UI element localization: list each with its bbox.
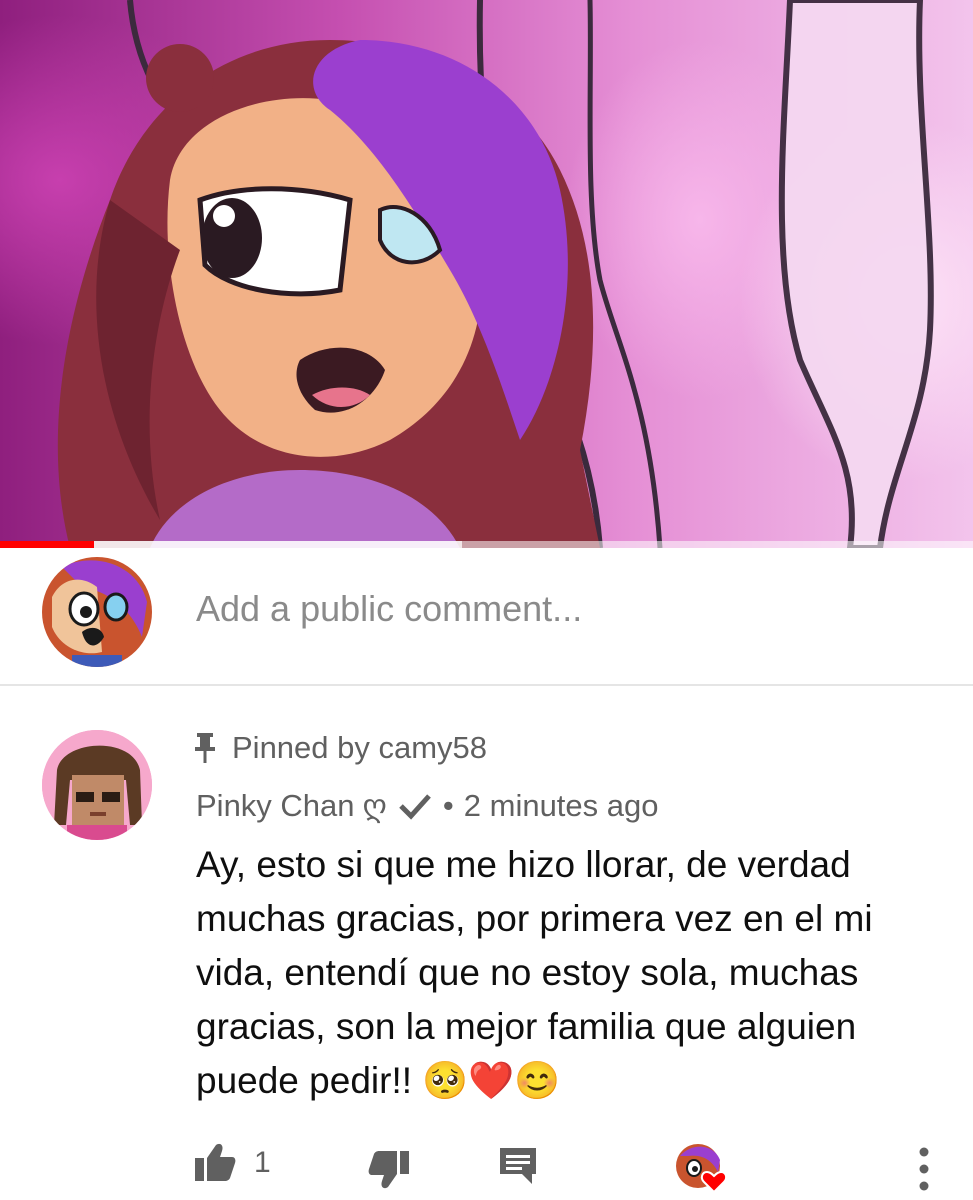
author-name[interactable]: Pinky Chan bbox=[196, 788, 355, 824]
meta-separator: • bbox=[442, 788, 454, 823]
check-icon bbox=[399, 794, 431, 820]
avatar bbox=[42, 557, 152, 667]
comment-timestamp[interactable]: 2 minutes ago bbox=[464, 788, 659, 824]
thumb-up-icon[interactable] bbox=[194, 1142, 236, 1182]
comment-meta: Pinky Chan ღ • 2 minutes ago bbox=[196, 788, 659, 824]
pinned-label: Pinned by camy58 bbox=[192, 730, 487, 766]
pinned-comment: Pinned by camy58 Pinky Chan ღ • 2 minute… bbox=[0, 688, 973, 1200]
comment-action-bar: 1 bbox=[0, 1138, 973, 1198]
video-progress-fill bbox=[0, 541, 95, 548]
thumb-down-icon[interactable] bbox=[368, 1150, 410, 1190]
add-comment-input[interactable]: Add a public comment... bbox=[196, 588, 582, 630]
author-avatar[interactable] bbox=[42, 730, 152, 840]
add-comment-row[interactable]: Add a public comment... bbox=[0, 548, 973, 686]
video-frame-illustration bbox=[57, 0, 934, 548]
creator-heart-icon[interactable] bbox=[674, 1142, 730, 1194]
video-player[interactable] bbox=[0, 0, 973, 548]
pin-icon bbox=[195, 733, 215, 763]
video-progress-bar[interactable] bbox=[0, 541, 973, 548]
comment-body: Ay, esto si que me hizo llorar, de verda… bbox=[196, 844, 873, 1101]
like-count: 1 bbox=[254, 1146, 271, 1179]
pinned-by-text: Pinned by camy58 bbox=[232, 730, 488, 765]
author-name-suffix: ღ bbox=[362, 788, 387, 823]
more-vertical-icon[interactable] bbox=[912, 1144, 936, 1194]
reply-comment-icon[interactable] bbox=[498, 1146, 538, 1186]
